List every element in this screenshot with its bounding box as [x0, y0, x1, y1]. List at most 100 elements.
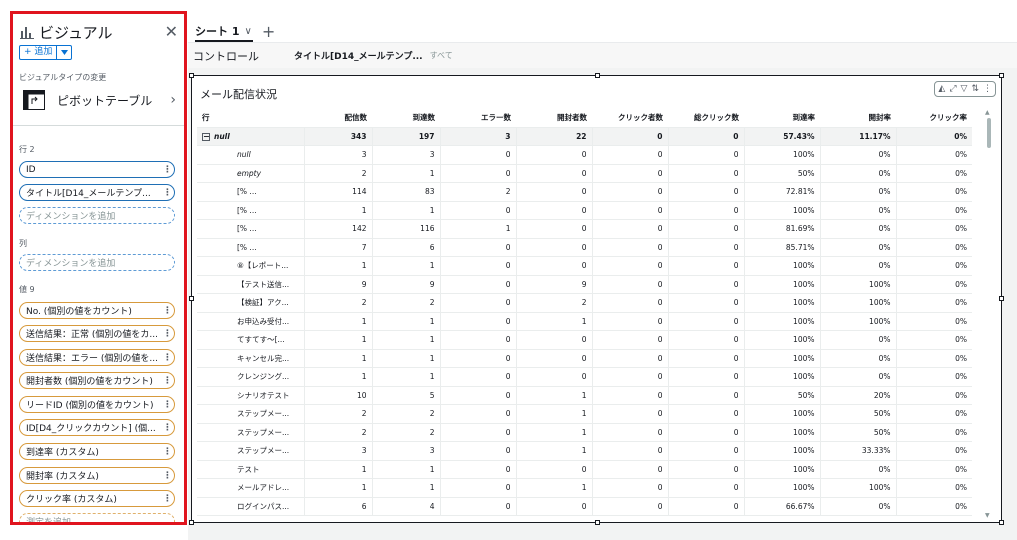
row-label-cell[interactable]: − null: [197, 127, 304, 146]
table-cell[interactable]: 0: [515, 145, 592, 165]
column-header[interactable]: 行: [197, 109, 304, 128]
more-icon[interactable]: ⋮: [163, 306, 172, 316]
visual-title[interactable]: メール配信状況: [200, 86, 277, 102]
table-cell[interactable]: 0: [439, 441, 516, 461]
row-label-cell[interactable]: クレンジング...: [197, 367, 304, 387]
table-cell[interactable]: 22: [515, 127, 592, 146]
add-measure[interactable]: 測定を追加: [19, 513, 175, 522]
table-cell[interactable]: 0%: [895, 367, 972, 387]
table-cell[interactable]: 100%: [743, 478, 820, 498]
table-cell[interactable]: 7: [303, 238, 372, 257]
resize-handle[interactable]: [189, 520, 194, 525]
table-cell[interactable]: 0%: [895, 293, 972, 313]
table-cell[interactable]: 0: [439, 275, 516, 294]
scroll-down-icon[interactable]: ▼: [985, 512, 990, 519]
column-header[interactable]: クリック者数: [592, 109, 668, 128]
table-cell[interactable]: 0: [515, 349, 592, 368]
table-cell[interactable]: 66.67%: [743, 497, 820, 516]
more-icon[interactable]: ⋮: [163, 494, 172, 504]
table-cell[interactable]: 100%: [743, 145, 820, 165]
table-cell[interactable]: 9: [515, 275, 592, 294]
table-cell[interactable]: 0%: [819, 219, 896, 239]
table-cell[interactable]: 0: [667, 478, 744, 498]
table-cell[interactable]: 0: [667, 275, 744, 294]
table-cell[interactable]: 0: [667, 238, 744, 257]
table-cell[interactable]: 0: [515, 201, 592, 220]
table-cell[interactable]: 0: [591, 312, 668, 331]
table-cell[interactable]: 197: [371, 127, 440, 146]
table-cell[interactable]: 0: [591, 386, 668, 405]
table-cell[interactable]: 1: [371, 349, 440, 368]
add-sheet-icon[interactable]: +: [262, 22, 275, 41]
table-cell[interactable]: 0%: [819, 238, 896, 257]
table-cell[interactable]: 0: [515, 238, 592, 257]
table-cell[interactable]: 0: [591, 478, 668, 498]
more-icon[interactable]: ⋮: [163, 471, 172, 481]
table-cell[interactable]: 3: [303, 441, 372, 461]
table-cell[interactable]: 0: [667, 367, 744, 387]
table-cell[interactable]: 0: [439, 460, 516, 479]
row-label-cell[interactable]: ステップメー...: [197, 404, 304, 424]
table-cell[interactable]: 0: [667, 386, 744, 405]
row-label-cell[interactable]: シナリオテスト: [197, 386, 304, 405]
table-cell[interactable]: 0: [515, 367, 592, 387]
row-label-cell[interactable]: テスト: [197, 460, 304, 479]
more-icon[interactable]: ⋮: [163, 165, 172, 175]
table-cell[interactable]: 1: [515, 386, 592, 405]
row-label-cell[interactable]: ⑧【レポート...: [197, 256, 304, 276]
table-cell[interactable]: 0: [439, 201, 516, 220]
filter-control-value[interactable]: すべて: [430, 50, 453, 61]
value-field[interactable]: 送信結果：エラー (個別の値を... ⋮: [19, 349, 175, 366]
add-row-dimension[interactable]: ディメンションを追加: [19, 207, 175, 224]
add-button-label[interactable]: + 追加: [20, 46, 58, 59]
table-cell[interactable]: 100%: [819, 275, 896, 294]
sort-icon[interactable]: ⇅: [971, 84, 979, 94]
table-cell[interactable]: 0%: [819, 497, 896, 516]
table-cell[interactable]: 100%: [819, 293, 896, 313]
table-cell[interactable]: 100%: [743, 404, 820, 424]
table-cell[interactable]: 0: [667, 349, 744, 368]
table-cell[interactable]: 1: [439, 219, 516, 239]
table-cell[interactable]: 0%: [895, 312, 972, 331]
table-cell[interactable]: 0: [591, 256, 668, 276]
row-label-cell[interactable]: [% ...: [197, 238, 304, 257]
table-cell[interactable]: 0%: [895, 127, 972, 146]
table-cell[interactable]: 100%: [743, 367, 820, 387]
table-cell[interactable]: 100%: [819, 312, 896, 331]
caret-down-icon[interactable]: [57, 46, 71, 59]
table-cell[interactable]: 116: [371, 219, 440, 239]
table-cell[interactable]: 0%: [895, 404, 972, 424]
resize-handle[interactable]: [999, 73, 1004, 78]
table-cell[interactable]: 114: [303, 182, 372, 202]
table-cell[interactable]: 2: [515, 293, 592, 313]
table-cell[interactable]: 1: [303, 256, 372, 276]
table-cell[interactable]: 0%: [895, 330, 972, 350]
table-cell[interactable]: 0: [591, 238, 668, 257]
row-label-cell[interactable]: てすてす～[...: [197, 330, 304, 350]
table-cell[interactable]: 0: [591, 423, 668, 442]
table-cell[interactable]: 0: [667, 145, 744, 165]
table-cell[interactable]: 50%: [819, 423, 896, 442]
table-cell[interactable]: 2: [371, 404, 440, 424]
table-cell[interactable]: 0%: [895, 256, 972, 276]
value-field[interactable]: ID[D4_クリックカウント] (個... ⋮: [19, 419, 175, 436]
table-cell[interactable]: 0: [439, 256, 516, 276]
table-cell[interactable]: 0: [667, 164, 744, 183]
row-label-cell[interactable]: メールアドレ...: [197, 478, 304, 498]
table-cell[interactable]: 0: [591, 201, 668, 220]
table-cell[interactable]: 0: [591, 497, 668, 516]
table-cell[interactable]: 9: [371, 275, 440, 294]
table-cell[interactable]: 1: [371, 201, 440, 220]
table-cell[interactable]: 0: [439, 423, 516, 442]
value-field[interactable]: 開封率 (カスタム) ⋮: [19, 467, 175, 484]
column-header[interactable]: 到達率: [744, 109, 820, 128]
table-cell[interactable]: 0%: [895, 497, 972, 516]
visual-type-selector[interactable]: ピボットテーブル ›: [23, 85, 176, 115]
table-cell[interactable]: 6: [371, 238, 440, 257]
table-cell[interactable]: 0: [439, 404, 516, 424]
table-cell[interactable]: 0: [439, 497, 516, 516]
table-cell[interactable]: 343: [303, 127, 372, 146]
table-cell[interactable]: 0: [667, 423, 744, 442]
row-label-cell[interactable]: ステップメー...: [197, 441, 304, 461]
table-cell[interactable]: 2: [371, 293, 440, 313]
